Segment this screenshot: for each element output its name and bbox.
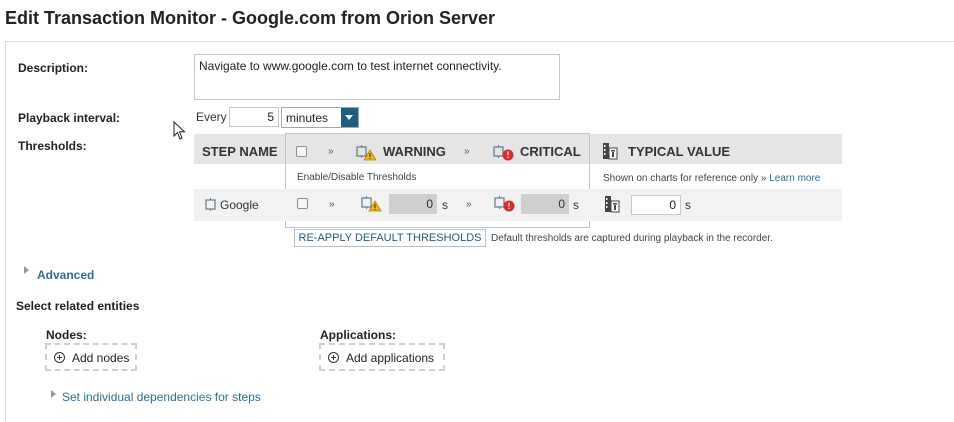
col-warning: WARNING xyxy=(383,144,446,159)
col-step-name: STEP NAME xyxy=(202,144,278,159)
typical-value-icon xyxy=(603,143,618,160)
col-typical-value: TYPICAL VALUE xyxy=(628,144,731,159)
step-icon xyxy=(205,198,216,211)
critical-unit: s xyxy=(573,198,579,212)
warning-threshold-input[interactable]: 0 xyxy=(389,194,437,214)
expand-arrow-icon[interactable] xyxy=(24,266,29,274)
related-entities-title: Select related entities xyxy=(16,299,140,313)
arrow-separator: » xyxy=(328,146,334,157)
learn-more-link[interactable]: Learn more xyxy=(769,173,820,184)
critical-icon xyxy=(493,145,514,161)
advanced-toggle[interactable]: Advanced xyxy=(37,268,94,282)
description-label: Description: xyxy=(18,61,89,75)
expand-arrow-icon[interactable] xyxy=(51,390,56,398)
typical-value-input[interactable]: 0 xyxy=(631,195,681,215)
description-textarea[interactable]: Navigate to www.google.com to test inter… xyxy=(194,54,560,100)
every-label: Every xyxy=(196,110,227,124)
plus-icon xyxy=(54,352,65,363)
warning-icon xyxy=(361,196,382,212)
interval-unit-value: minutes xyxy=(286,111,329,125)
reapply-default-thresholds-button[interactable]: RE-APPLY DEFAULT THRESHOLDS xyxy=(294,229,486,247)
nodes-label: Nodes: xyxy=(46,328,87,342)
typical-note: Shown on charts for reference only » Lea… xyxy=(603,173,820,184)
warning-unit: s xyxy=(442,198,448,212)
arrow-separator: » xyxy=(329,199,335,210)
typical-unit: s xyxy=(685,198,691,212)
table-row xyxy=(194,189,842,221)
arrow-separator: » xyxy=(464,146,470,157)
add-applications-box[interactable]: Add applications xyxy=(319,343,445,371)
mouse-cursor-icon xyxy=(173,121,186,140)
add-applications-label: Add applications xyxy=(346,351,435,365)
step-name-cell: Google xyxy=(220,198,259,212)
enable-disable-note: Enable/Disable Thresholds xyxy=(297,172,417,183)
page-title: Edit Transaction Monitor - Google.com fr… xyxy=(5,8,496,28)
plus-icon xyxy=(328,352,339,363)
playback-interval-label: Playback interval: xyxy=(18,111,121,125)
set-dependencies-link[interactable]: Set individual dependencies for steps xyxy=(62,390,261,404)
add-nodes-label: Add nodes xyxy=(72,351,130,365)
critical-icon xyxy=(494,196,515,212)
reapply-note: Default thresholds are captured during p… xyxy=(491,233,773,244)
col-critical: CRITICAL xyxy=(520,144,581,159)
chevron-down-icon[interactable] xyxy=(341,108,358,127)
thresholds-label: Thresholds: xyxy=(18,139,87,153)
arrow-separator: » xyxy=(466,199,472,210)
typical-value-icon xyxy=(605,196,620,213)
interval-input[interactable]: 5 xyxy=(229,107,279,127)
add-nodes-box[interactable]: Add nodes xyxy=(45,343,137,371)
critical-threshold-input[interactable]: 0 xyxy=(521,194,569,214)
enable-thresholds-checkbox[interactable] xyxy=(296,146,307,157)
applications-label: Applications: xyxy=(320,328,397,342)
warning-icon xyxy=(356,145,377,161)
interval-unit-select[interactable]: minutes xyxy=(281,107,359,128)
typical-note-text: Shown on charts for reference only » xyxy=(603,173,767,184)
row-threshold-checkbox[interactable] xyxy=(297,198,308,209)
